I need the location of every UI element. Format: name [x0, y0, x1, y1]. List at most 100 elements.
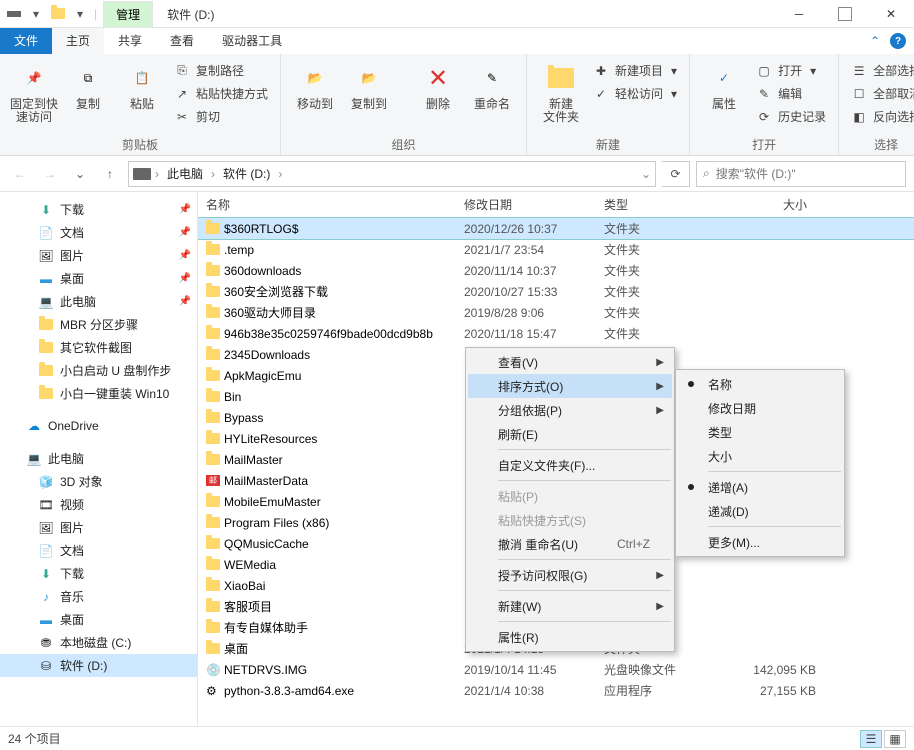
sidebar-item-soft-d[interactable]: ⛁软件 (D:) [0, 654, 197, 677]
file-row[interactable]: $360RTLOG$2020/12/26 10:37文件夹 [198, 218, 914, 239]
delete-button[interactable]: ✕删除 [412, 58, 464, 115]
ctx-refresh[interactable]: 刷新(E) [468, 422, 672, 446]
file-row[interactable]: 360安全浏览器下载2020/10/27 15:33文件夹 [198, 281, 914, 302]
copy-button[interactable]: ⧉复制 [62, 58, 114, 115]
move-to-button[interactable]: 📂移动到 [289, 58, 341, 115]
sort-by-size[interactable]: 大小 [678, 444, 842, 468]
refresh-button[interactable]: ⟳ [662, 161, 690, 187]
paste-button[interactable]: 📋粘贴 [116, 58, 168, 115]
file-row[interactable]: 360downloads2020/11/14 10:37文件夹 [198, 260, 914, 281]
paste-shortcut-button[interactable]: ↗粘贴快捷方式 [170, 83, 272, 104]
breadcrumb[interactable]: 软件 (D:) [219, 165, 274, 182]
sidebar-item-mbr[interactable]: MBR 分区步骤 [0, 313, 197, 336]
file-row[interactable]: 💿NETDRVS.IMG2019/10/14 11:45光盘映像文件142,09… [198, 659, 914, 680]
ctx-sort[interactable]: 排序方式(O)▶ [468, 374, 672, 398]
file-row[interactable]: 360驱动大师目录2019/8/28 9:06文件夹 [198, 302, 914, 323]
column-header-date[interactable]: 修改日期 [456, 196, 596, 213]
recent-dropdown[interactable]: ⌄ [68, 162, 92, 186]
tab-home[interactable]: 主页 [52, 28, 104, 54]
column-header-name[interactable]: 名称 [198, 196, 456, 213]
tab-drive-tools[interactable]: 驱动器工具 [208, 28, 296, 54]
dropdown-icon[interactable]: ⌄ [641, 167, 651, 181]
back-button[interactable]: ← [8, 162, 32, 186]
column-header-size[interactable]: 大小 [716, 196, 816, 213]
copy-path-button[interactable]: ⎘复制路径 [170, 60, 272, 81]
new-item-button[interactable]: ✚新建项目▾ [589, 60, 681, 81]
select-all-button[interactable]: ☰全部选择 [847, 60, 914, 81]
maximize-button[interactable] [822, 0, 868, 27]
rename-button[interactable]: ✎重命名 [466, 58, 518, 115]
qat-dropdown-icon[interactable]: ▾ [72, 6, 88, 22]
file-row[interactable]: .temp2021/1/7 23:54文件夹 [198, 239, 914, 260]
contextual-tab-manage[interactable]: 管理 [103, 1, 153, 28]
ctx-properties[interactable]: 属性(R) [468, 625, 672, 649]
close-button[interactable]: ✕ [868, 0, 914, 27]
navigation-pane[interactable]: ⬇下载📌 📄文档📌 🖼图片📌 ▬桌面📌 💻此电脑📌 MBR 分区步骤 其它软件截… [0, 192, 198, 726]
new-folder-button[interactable]: 新建 文件夹 [535, 58, 587, 128]
pin-quick-access-button[interactable]: 📌固定到快 速访问 [8, 58, 60, 128]
sort-ascending[interactable]: 递增(A) [678, 475, 842, 499]
select-none-button[interactable]: ☐全部取消 [847, 83, 914, 104]
easy-access-button[interactable]: ✓轻松访问▾ [589, 83, 681, 104]
sort-by-date[interactable]: 修改日期 [678, 396, 842, 420]
chevron-right-icon[interactable]: › [278, 167, 282, 181]
tab-view[interactable]: 查看 [156, 28, 208, 54]
ribbon-collapse-icon[interactable]: ⌃ [870, 34, 880, 48]
sidebar-item-music[interactable]: ♪音乐 [0, 585, 197, 608]
ribbon-tabs: 文件 主页 共享 查看 驱动器工具 ⌃ ? [0, 28, 914, 54]
ctx-view[interactable]: 查看(V)▶ [468, 350, 672, 374]
file-row[interactable]: ⚙python-3.8.3-amd64.exe2021/1/4 10:38应用程… [198, 680, 914, 701]
sidebar-item-xiaobai-u[interactable]: 小白启动 U 盘制作步 [0, 359, 197, 382]
up-button[interactable]: ↑ [98, 162, 122, 186]
sidebar-item-pictures2[interactable]: 🖼图片 [0, 516, 197, 539]
sidebar-item-desktop[interactable]: ▬桌面📌 [0, 267, 197, 290]
sidebar-item-pictures[interactable]: 🖼图片📌 [0, 244, 197, 267]
sidebar-item-other-sw[interactable]: 其它软件截图 [0, 336, 197, 359]
sidebar-item-downloads2[interactable]: ⬇下载 [0, 562, 197, 585]
properties-button[interactable]: ✓属性 [698, 58, 750, 115]
ctx-grant-access[interactable]: 授予访问权限(G)▶ [468, 563, 672, 587]
sidebar-item-onedrive[interactable]: ☁OneDrive [0, 415, 197, 437]
sidebar-item-desktop2[interactable]: ▬桌面 [0, 608, 197, 631]
sidebar-item-downloads[interactable]: ⬇下载📌 [0, 198, 197, 221]
sidebar-item-documents2[interactable]: 📄文档 [0, 539, 197, 562]
history-button[interactable]: ⟳历史记录 [752, 106, 830, 127]
open-button[interactable]: ▢打开▾ [752, 60, 830, 81]
help-icon[interactable]: ? [890, 33, 906, 49]
sidebar-item-documents[interactable]: 📄文档📌 [0, 221, 197, 244]
file-date: 2019/8/28 9:06 [464, 306, 604, 320]
sidebar-item-xiaobai-win10[interactable]: 小白一键重装 Win10 [0, 382, 197, 405]
sidebar-item-videos[interactable]: 🎞视频 [0, 493, 197, 516]
ctx-customize[interactable]: 自定义文件夹(F)... [468, 453, 672, 477]
ctx-group[interactable]: 分组依据(P)▶ [468, 398, 672, 422]
cut-button[interactable]: ✂剪切 [170, 106, 272, 127]
chevron-right-icon[interactable]: › [211, 167, 215, 181]
forward-button[interactable]: → [38, 162, 62, 186]
edit-button[interactable]: ✎编辑 [752, 83, 830, 104]
minimize-button[interactable]: ─ [776, 0, 822, 27]
file-row[interactable]: 946b38e35c0259746f9bade00dcd9b8b2020/11/… [198, 323, 914, 344]
sidebar-item-thispc-quick[interactable]: 💻此电脑📌 [0, 290, 197, 313]
tab-file[interactable]: 文件 [0, 28, 52, 54]
invert-selection-button[interactable]: ◧反向选择 [847, 106, 914, 127]
sort-more[interactable]: 更多(M)... [678, 530, 842, 554]
search-input[interactable]: ⌕ 搜索"软件 (D:)" [696, 161, 906, 187]
sidebar-item-thispc[interactable]: 💻此电脑 [0, 447, 197, 470]
sort-by-name[interactable]: 名称 [678, 372, 842, 396]
ctx-new[interactable]: 新建(W)▶ [468, 594, 672, 618]
sort-descending[interactable]: 递减(D) [678, 499, 842, 523]
address-bar[interactable]: › 此电脑 › 软件 (D:) › ⌄ [128, 161, 656, 187]
sidebar-item-local-c[interactable]: ⛃本地磁盘 (C:) [0, 631, 197, 654]
view-thumbnails-button[interactable]: ▦ [884, 730, 906, 748]
breadcrumb[interactable]: 此电脑 [163, 165, 207, 182]
chevron-right-icon[interactable]: › [155, 167, 159, 181]
sidebar-item-3d[interactable]: 🧊3D 对象 [0, 470, 197, 493]
sort-by-type[interactable]: 类型 [678, 420, 842, 444]
view-details-button[interactable]: ☰ [860, 730, 882, 748]
column-header-type[interactable]: 类型 [596, 196, 716, 213]
file-date: 2021/1/7 23:54 [464, 243, 604, 257]
tab-share[interactable]: 共享 [104, 28, 156, 54]
copy-to-button[interactable]: 📂复制到 [343, 58, 395, 115]
qat-save-icon[interactable]: ▾ [28, 6, 44, 22]
ctx-undo-rename[interactable]: 撤消 重命名(U)Ctrl+Z [468, 532, 672, 556]
